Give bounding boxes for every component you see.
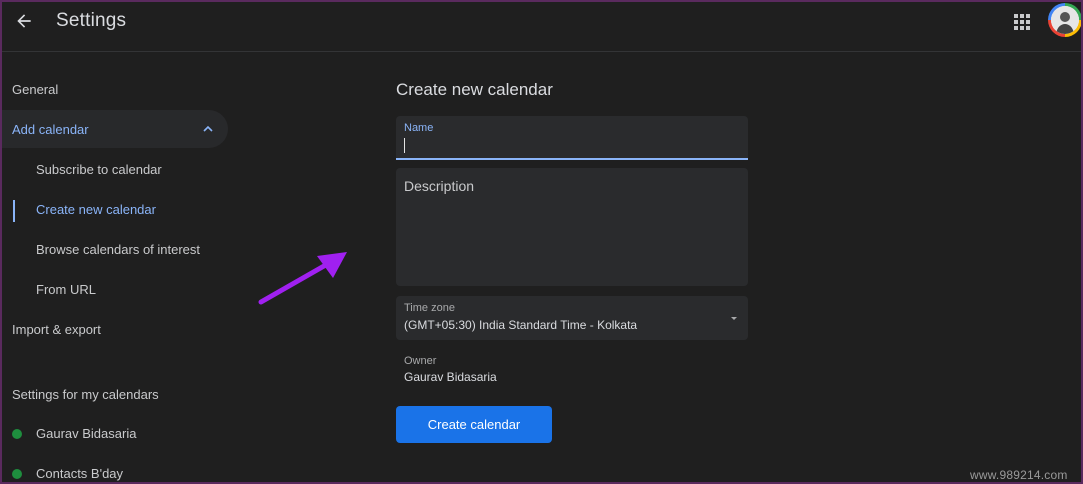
owner-value: Gaurav Bidasaria [404,370,497,384]
calendar-label: Gaurav Bidasaria [36,426,137,441]
selected-indicator [13,200,15,222]
calendar-item[interactable]: Contacts B'day [12,466,123,481]
arrow-left-icon [17,14,31,28]
sidebar-item-add-calendar[interactable]: Add calendar [0,110,228,148]
my-calendars-heading: Settings for my calendars [12,387,159,402]
apps-grid-icon [1014,14,1030,30]
chevron-up-icon [203,125,213,132]
apps-button[interactable] [1011,11,1033,33]
sidebar-item-import-export[interactable]: Import & export [12,322,101,337]
settings-sidebar: General Add calendar Subscribe to calend… [0,52,240,484]
timezone-select[interactable]: Time zone (GMT+05:30) India Standard Tim… [396,296,748,340]
avatar-image [1051,6,1079,34]
calendar-label: Contacts B'day [36,466,124,481]
sidebar-subitem-create-new[interactable]: Create new calendar [36,202,156,217]
description-input[interactable] [404,178,740,278]
name-input[interactable] [404,137,740,155]
timezone-label: Time zone [404,302,455,314]
name-field[interactable]: Name [396,116,748,160]
create-calendar-button[interactable]: Create calendar [396,406,552,443]
user-photo-icon [1051,6,1079,34]
name-label: Name [404,122,434,134]
calendar-color-dot [12,428,22,439]
timezone-value: (GMT+05:30) India Standard Time - Kolkat… [404,318,638,332]
sidebar-item-general[interactable]: General [12,82,58,97]
owner-label: Owner [404,355,437,367]
sidebar-item-label: Add calendar [12,121,89,137]
sidebar-subitem-browse[interactable]: Browse calendars of interest [36,242,200,257]
text-cursor [404,138,405,153]
sidebar-subitem-from-url[interactable]: From URL [36,282,96,297]
form-title: Create new calendar [396,80,553,99]
account-avatar[interactable] [1048,3,1082,37]
dropdown-arrow-icon [731,317,737,320]
calendar-color-dot [12,468,22,479]
watermark: www.989214.com [970,468,1068,482]
page-title: Settings [56,10,127,31]
sidebar-subitem-subscribe[interactable]: Subscribe to calendar [36,162,162,177]
app-header: Settings [0,0,1083,52]
back-button[interactable] [12,9,36,33]
annotation-arrow-icon [258,252,347,305]
calendar-item[interactable]: Gaurav Bidasaria [12,426,136,441]
description-field[interactable] [396,168,748,286]
